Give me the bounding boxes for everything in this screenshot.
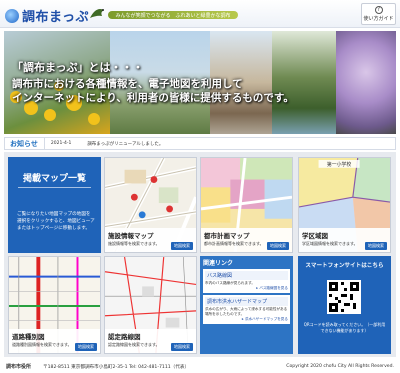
- site-logo[interactable]: 調布まっぷ: [5, 6, 89, 25]
- related-links-heading: 関連リンク: [203, 260, 234, 267]
- news-bar: お知らせ 2021-4-1 調布まっぷがリニューアルしました。: [4, 137, 396, 150]
- bus-route-link-box: バス路線図 市内のバス路線が見られます。 ▸ バス路線図を見る: [203, 269, 290, 293]
- tagline-bar: みんなが笑顔でつながる ふれあいと緑豊かな調布: [108, 11, 238, 19]
- hero-line-1: 調布市における各種情報を、電子地図を利用して: [12, 78, 243, 90]
- globe-icon: [5, 8, 19, 23]
- map-search-button[interactable]: 地図検索: [75, 343, 97, 351]
- tile-title: 学区域図: [302, 232, 328, 240]
- school-label: 第一小学校: [327, 161, 351, 168]
- hero-banner: 「調布まっぷ」とは・・・ 調布市における各種情報を、電子地図を利用して インター…: [4, 31, 396, 134]
- hazard-map-label: 調布市洪水ハザードマップ: [205, 297, 288, 306]
- logo-text: 調布まっぷ: [22, 10, 89, 25]
- catalog-title: 掲載マップ一覧: [22, 174, 86, 184]
- footer-organization: 調布市役所: [6, 364, 32, 370]
- news-date: 2021-4-1: [50, 141, 72, 146]
- bird-icon: [90, 9, 104, 18]
- site-header: 調布まっぷ みんなが笑顔でつながる ふれあいと緑豊かな調布 ? 使い方ガイド: [0, 0, 400, 28]
- tile-road-type-map[interactable]: 道路種別図 道路種別図情報を検索できます。 地図検索: [8, 256, 101, 354]
- news-item-link[interactable]: 調布まっぷがリニューアルしました。: [87, 141, 163, 147]
- usage-guide-label: 使い方ガイド: [363, 16, 394, 22]
- smartphone-description: QRコードを読み取ってください。（一部利用できない機能があります）: [303, 322, 386, 333]
- tile-title: 認定路線図: [108, 333, 141, 341]
- map-search-button[interactable]: 地図検索: [267, 242, 289, 250]
- bus-route-label: バス路線図: [205, 271, 288, 280]
- map-catalog-panel: 掲載マップ一覧 ご覧になりたい地図マップの地図を選択をクリックすると、地図ビュー…: [8, 157, 101, 253]
- footer-copyright: Copyright 2020 chofu City All Rights Res…: [286, 364, 394, 369]
- usage-guide-button[interactable]: ? 使い方ガイド: [361, 3, 396, 25]
- qr-code-graphic: [329, 282, 359, 312]
- footer-address: 〒182-8511 東京都調布市小島町2-35-1 Tel: 042-481-7…: [43, 364, 190, 370]
- qr-code-icon: [327, 280, 361, 314]
- tile-school-district-map[interactable]: 第一小学校 学区域図 学区域図情報を検索できます。 地図検索: [298, 157, 391, 253]
- hazard-map-link-box: 調布市洪水ハザードマップ 洪水の広がり、大雨によって浸水する可能性がある場所を示…: [203, 295, 290, 324]
- tile-title: 道路種別図: [12, 333, 45, 341]
- tile-certified-route-map[interactable]: 認定路線図 認定路線図を検索できます。 地図検索: [104, 256, 197, 354]
- bus-route-link[interactable]: ▸ バス路線図を見る: [205, 286, 288, 291]
- map-search-button[interactable]: 地図検索: [171, 242, 193, 250]
- tagline: みんなが笑顔でつながる ふれあいと緑豊かな調布: [115, 12, 231, 19]
- site-footer: 調布市役所 〒182-8511 東京都調布市小島町2-35-1 Tel: 042…: [0, 360, 400, 373]
- smartphone-site-panel: スマートフォンサイトはこちら QRコードを読み取ってください。（一部利用できない…: [298, 256, 391, 354]
- hazard-map-description: 洪水の広がり、大雨によって浸水する可能性がある場所を示したものです。: [205, 307, 288, 316]
- question-icon: ?: [374, 6, 383, 14]
- tile-title: 施設情報マップ: [108, 232, 154, 240]
- hero-photo-wisteria: [336, 31, 396, 134]
- news-heading: お知らせ: [5, 138, 45, 149]
- tile-title: 都市計画マップ: [204, 232, 250, 240]
- hero-line-2: インターネットにより、利用者の皆様に提供するものです。: [12, 92, 294, 104]
- smartphone-heading[interactable]: スマートフォンサイトはこちら: [298, 261, 391, 269]
- hero-title: 「調布まっぷ」とは・・・: [12, 61, 144, 74]
- map-search-button[interactable]: 地図検索: [365, 242, 387, 250]
- catalog-description: ご覧になりたい地図マップの地図を選択をクリックすると、地図ビューアまたはトップペ…: [17, 212, 95, 231]
- catalog-divider: [18, 187, 91, 188]
- tile-urban-planning-map[interactable]: 都市計画マップ 都市計画情報等を検索できます。 地図検索: [200, 157, 293, 253]
- hero-photo-pond: [272, 31, 336, 134]
- hazard-map-link[interactable]: ▸ 洪水ハザードマップを見る: [205, 317, 288, 322]
- map-search-button[interactable]: 地図検索: [171, 343, 193, 351]
- related-links-panel: 関連リンク バス路線図 市内のバス路線が見られます。 ▸ バス路線図を見る 調布…: [200, 256, 293, 354]
- tile-facility-map[interactable]: 施設情報マップ 施設情報等を検索できます。 地図検索: [104, 157, 197, 253]
